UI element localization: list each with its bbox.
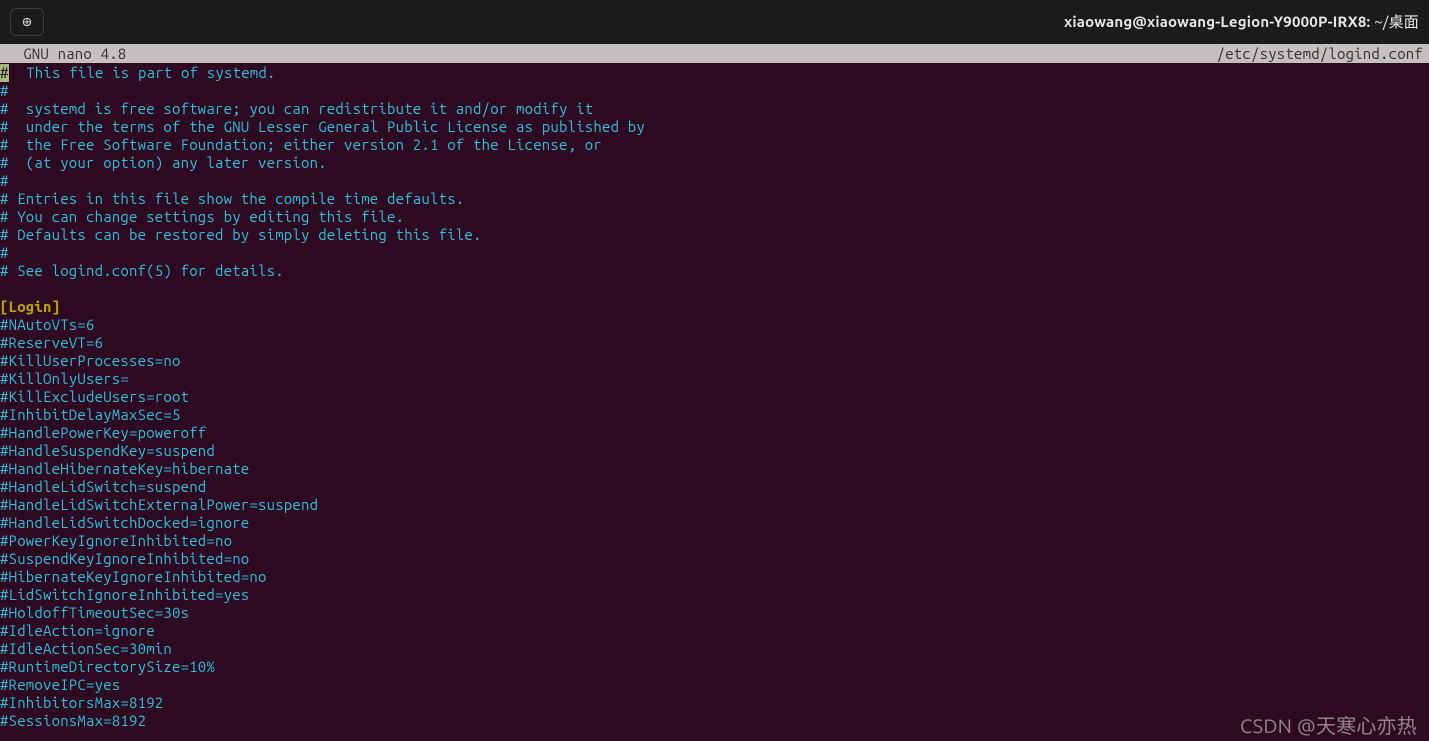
editor-line: # — [0, 172, 1429, 190]
editor-line: #HandleLidSwitchExternalPower=suspend — [0, 496, 1429, 514]
window-title-path: ~/桌面 — [1374, 13, 1419, 30]
editor-line: #HandlePowerKey=poweroff — [0, 424, 1429, 442]
editor-line: #HandleSuspendKey=suspend — [0, 442, 1429, 460]
editor-line: # — [0, 82, 1429, 100]
new-tab-button[interactable]: ⊕ — [10, 8, 44, 36]
cursor: # — [0, 64, 9, 82]
editor-line: # This file is part of systemd. — [0, 64, 1429, 82]
editor-line: #RuntimeDirectorySize=10% — [0, 658, 1429, 676]
new-tab-icon: ⊕ — [22, 13, 32, 31]
line-text: This file is part of systemd. — [9, 64, 276, 81]
editor-line: #HibernateKeyIgnoreInhibited=no — [0, 568, 1429, 586]
editor-line: #SuspendKeyIgnoreInhibited=no — [0, 550, 1429, 568]
nano-app-name: GNU nano 4.8 — [6, 45, 1217, 63]
editor-line: # See logind.conf(5) for details. — [0, 262, 1429, 280]
editor-line: #HandleHibernateKey=hibernate — [0, 460, 1429, 478]
editor-line: # — [0, 244, 1429, 262]
editor-line: # You can change settings by editing thi… — [0, 208, 1429, 226]
editor-line — [0, 280, 1429, 298]
editor-line: #HandleLidSwitch=suspend — [0, 478, 1429, 496]
editor-line: #ReserveVT=6 — [0, 334, 1429, 352]
editor-line: #InhibitorsMax=8192 — [0, 694, 1429, 712]
editor-line: #HandleLidSwitchDocked=ignore — [0, 514, 1429, 532]
editor-line: [Login] — [0, 298, 1429, 316]
editor-line: #KillUserProcesses=no — [0, 352, 1429, 370]
editor-line: #SessionsMax=8192 — [0, 712, 1429, 730]
editor-line: #InhibitDelayMaxSec=5 — [0, 406, 1429, 424]
editor-line: #RemoveIPC=yes — [0, 676, 1429, 694]
editor-line: # Entries in this file show the compile … — [0, 190, 1429, 208]
editor-line: # the Free Software Foundation; either v… — [0, 136, 1429, 154]
editor-line: #LidSwitchIgnoreInhibited=yes — [0, 586, 1429, 604]
editor-line: #HoldoffTimeoutSec=30s — [0, 604, 1429, 622]
editor-line: #PowerKeyIgnoreInhibited=no — [0, 532, 1429, 550]
editor-line: #KillExcludeUsers=root — [0, 388, 1429, 406]
editor-line: # under the terms of the GNU Lesser Gene… — [0, 118, 1429, 136]
nano-titlebar: GNU nano 4.8 /etc/systemd/logind.conf — [0, 44, 1429, 63]
editor-line: # Defaults can be restored by simply del… — [0, 226, 1429, 244]
watermark: CSDN @天寒心亦热 — [1240, 717, 1417, 735]
nano-filename: /etc/systemd/logind.conf — [1217, 45, 1423, 63]
editor-line: # systemd is free software; you can redi… — [0, 100, 1429, 118]
editor-line: #IdleActionSec=30min — [0, 640, 1429, 658]
editor-area[interactable]: # This file is part of systemd.## system… — [0, 64, 1429, 730]
window-title: xiaowang@xiaowang-Legion-Y9000P-IRX8: ~/… — [1064, 13, 1419, 31]
window-titlebar: ⊕ xiaowang@xiaowang-Legion-Y9000P-IRX8: … — [0, 0, 1429, 44]
window-title-host: xiaowang@xiaowang-Legion-Y9000P-IRX8: — [1064, 13, 1374, 30]
editor-line: # (at your option) any later version. — [0, 154, 1429, 172]
editor-line: #NAutoVTs=6 — [0, 316, 1429, 334]
editor-line: #IdleAction=ignore — [0, 622, 1429, 640]
editor-line: #KillOnlyUsers= — [0, 370, 1429, 388]
